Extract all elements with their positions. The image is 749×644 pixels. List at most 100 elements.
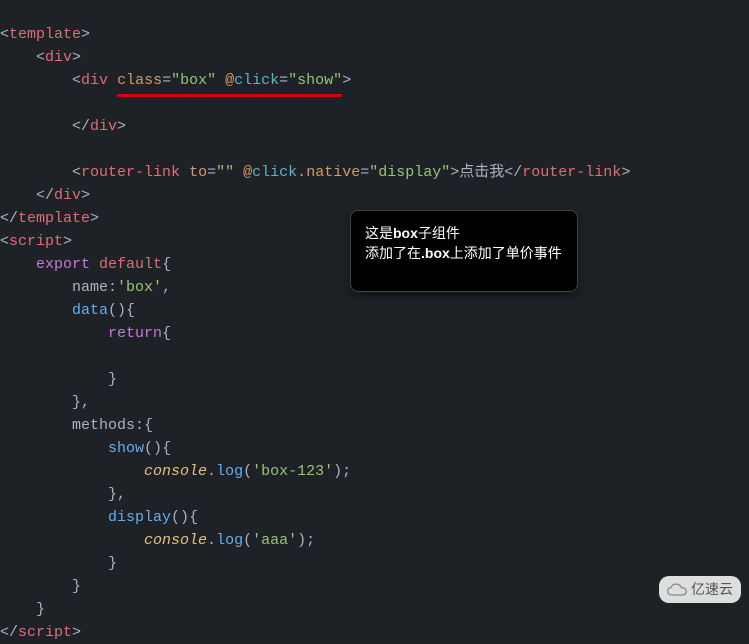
bracket: </ <box>0 210 18 227</box>
dot: . <box>207 463 216 480</box>
keyword-return: return <box>108 325 162 342</box>
paren: ( <box>243 532 252 549</box>
attr-class: class <box>117 72 162 89</box>
tooltip-text: 子组件 <box>418 225 460 241</box>
string-box123: 'box-123' <box>252 463 333 480</box>
space <box>234 164 243 181</box>
brace: } <box>72 578 81 595</box>
prop-methods: methods <box>72 417 135 434</box>
paren: () <box>144 440 162 457</box>
equal: = <box>360 164 369 181</box>
attr-to: to <box>189 164 207 181</box>
bracket: > <box>342 72 351 89</box>
tag-template: template <box>18 210 90 227</box>
tooltip-bold: .box <box>421 245 450 261</box>
bracket: < <box>72 164 81 181</box>
tag-router-link: router-link <box>522 164 621 181</box>
tooltip-text: 上添加了单价事件 <box>450 245 562 261</box>
bracket: > <box>63 233 72 250</box>
bracket: < <box>0 26 9 43</box>
tooltip-text: 添加了在 <box>365 245 421 261</box>
obj-console: console <box>144 532 207 549</box>
indent <box>0 440 108 457</box>
modifier-native: native <box>306 164 360 181</box>
indent <box>0 394 72 411</box>
comma: , <box>81 394 90 411</box>
keyword-default: default <box>99 256 162 273</box>
brace: { <box>144 417 153 434</box>
brace: } <box>108 371 117 388</box>
underline-icon <box>117 94 342 97</box>
tooltip-box: 这是box子组件 添加了在.box上添加了单价事件 <box>350 210 578 292</box>
indent <box>0 601 36 618</box>
bracket: > <box>81 26 90 43</box>
bracket: > <box>72 49 81 66</box>
string-box: 'box' <box>117 279 162 296</box>
colon: : <box>108 279 117 296</box>
event-click: click <box>234 72 279 89</box>
brace: } <box>36 601 45 618</box>
prop-name: name <box>72 279 108 296</box>
semicolon: ; <box>306 532 315 549</box>
brace: { <box>162 325 171 342</box>
keyword-export: export <box>36 256 90 273</box>
tag-div: div <box>81 72 108 89</box>
bracket: </ <box>0 624 18 641</box>
tooltip-line-1: 这是box子组件 <box>365 223 563 243</box>
indent <box>0 463 144 480</box>
tag-script: script <box>9 233 63 250</box>
indent <box>0 256 36 273</box>
equal: = <box>207 164 216 181</box>
paren: () <box>171 509 189 526</box>
indent <box>0 532 144 549</box>
fn-display: display <box>108 509 171 526</box>
string-aaa: 'aaa' <box>252 532 297 549</box>
obj-console: console <box>144 463 207 480</box>
dot: . <box>207 532 216 549</box>
code-block: <template> <div> <div class="box" @click… <box>0 0 749 644</box>
indent <box>0 486 108 503</box>
semicolon: ; <box>342 463 351 480</box>
watermark: 亿速云 <box>659 576 741 603</box>
at-sign: @ <box>243 164 252 181</box>
tooltip-line-2: 添加了在.box上添加了单价事件 <box>365 243 563 263</box>
bracket: > <box>117 118 126 135</box>
equal: = <box>162 72 171 89</box>
indent <box>0 325 108 342</box>
indent <box>0 578 72 595</box>
tooltip-bold: box <box>393 225 418 241</box>
indent <box>0 371 108 388</box>
tooltip-text: 这是 <box>365 225 393 241</box>
space <box>108 72 117 89</box>
val-show: "show" <box>288 72 342 89</box>
space <box>90 256 99 273</box>
paren: ) <box>333 463 342 480</box>
method-log: log <box>216 532 243 549</box>
comma: , <box>162 279 171 296</box>
indent <box>0 555 108 572</box>
bracket: > <box>72 624 81 641</box>
indent <box>0 118 72 135</box>
watermark-text: 亿速云 <box>691 578 733 601</box>
bracket: < <box>36 49 45 66</box>
fn-show: show <box>108 440 144 457</box>
brace: } <box>108 486 117 503</box>
indent <box>0 417 72 434</box>
dot: . <box>297 164 306 181</box>
bracket: > <box>621 164 630 181</box>
indent <box>0 164 72 181</box>
at-sign: @ <box>225 72 234 89</box>
val-display: "display" <box>369 164 450 181</box>
bracket: </ <box>504 164 522 181</box>
event-click: click <box>252 164 297 181</box>
brace: { <box>162 440 171 457</box>
tag-div: div <box>54 187 81 204</box>
method-log: log <box>216 463 243 480</box>
bracket: > <box>81 187 90 204</box>
brace: } <box>72 394 81 411</box>
brace: { <box>162 256 171 273</box>
bracket: < <box>0 233 9 250</box>
val-box: "box" <box>171 72 216 89</box>
space <box>180 164 189 181</box>
link-text: 点击我 <box>459 164 504 181</box>
